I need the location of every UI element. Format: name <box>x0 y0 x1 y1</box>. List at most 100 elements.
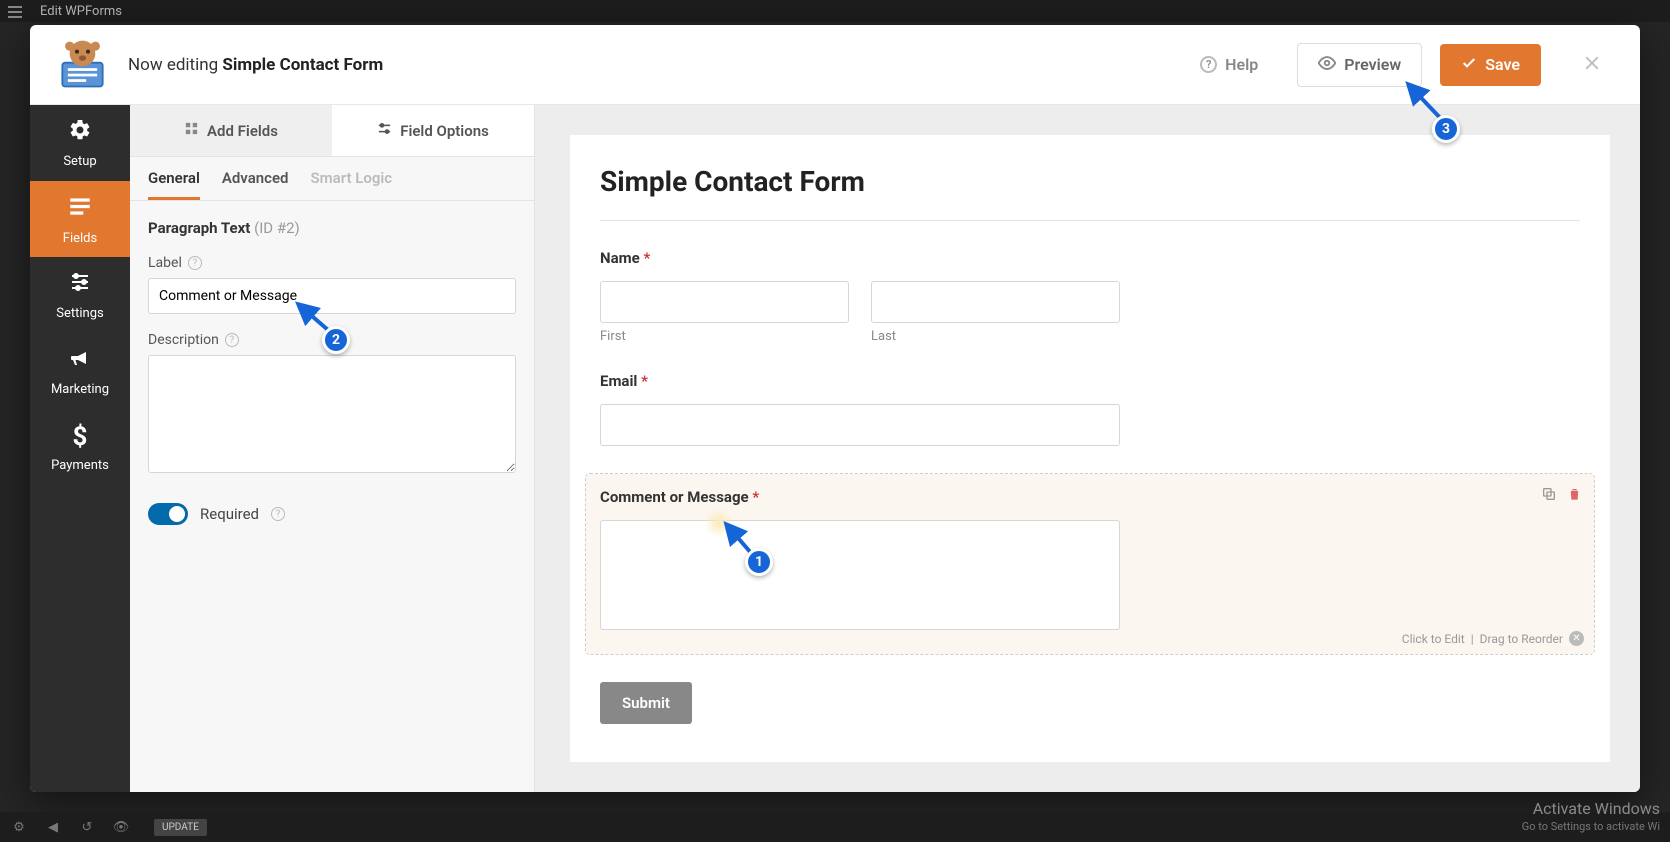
panel-content: Paragraph Text (ID #2) Label ? Descripti… <box>130 201 534 792</box>
wp-admin-topbar: Edit WPForms <box>0 0 1670 22</box>
hint-edit: Click to Edit <box>1402 632 1465 646</box>
wpforms-logo <box>55 37 110 92</box>
gear-icon <box>68 118 92 148</box>
sliders-small-icon <box>377 121 392 140</box>
options-sub-tabs: General Advanced Smart Logic <box>130 157 534 201</box>
form-preview-pane: Simple Contact Form Name * First Last <box>535 105 1640 792</box>
sub-tab-general[interactable]: General <box>148 169 200 200</box>
required-label: Required <box>200 505 259 523</box>
builder-body: Setup Fields Settings Marketing $ Paymen… <box>30 105 1640 792</box>
name-row: First Last <box>600 281 1120 344</box>
help-icon[interactable]: ? <box>188 256 202 270</box>
help-label: Help <box>1225 55 1258 74</box>
field-type-title: Paragraph Text (ID #2) <box>148 219 516 237</box>
form-title[interactable]: Simple Contact Form <box>600 165 1580 198</box>
last-sublabel: Last <box>871 329 1120 344</box>
wp-bottom-bar: ⚙ ◀ ↺ 👁 UPDATE <box>0 812 1670 842</box>
name-label-text: Name <box>600 249 640 267</box>
email-label: Email * <box>600 372 1580 390</box>
sub-tab-advanced[interactable]: Advanced <box>222 169 289 200</box>
now-editing-text: Now editing Simple Contact Form <box>128 55 1161 75</box>
delete-icon[interactable] <box>1567 486 1582 506</box>
eye-icon <box>1318 54 1336 76</box>
watermark-title: Activate Windows <box>1533 799 1660 818</box>
wpforms-builder-modal: Now editing Simple Contact Form ? Help P… <box>30 25 1640 792</box>
hint-drag: Drag to Reorder <box>1480 632 1563 646</box>
hamburger-icon[interactable] <box>8 2 28 22</box>
tab-field-options[interactable]: Field Options <box>332 105 534 156</box>
grid-icon <box>184 121 199 140</box>
comment-label: Comment or Message * <box>600 488 1580 506</box>
nav-fields[interactable]: Fields <box>30 181 130 257</box>
description-input[interactable] <box>148 355 516 473</box>
sliders-icon <box>68 270 92 300</box>
form-name[interactable]: Simple Contact Form <box>222 55 383 75</box>
nav-setup[interactable]: Setup <box>30 105 130 181</box>
help-button[interactable]: ? Help <box>1179 44 1279 85</box>
tab-field-options-label: Field Options <box>400 122 489 140</box>
description-text: Description <box>148 332 219 348</box>
sub-tab-smart-logic[interactable]: Smart Logic <box>310 169 392 200</box>
collapse-icon[interactable]: ◀ <box>42 820 64 835</box>
save-button[interactable]: Save <box>1440 44 1541 86</box>
field-name[interactable]: Name * First Last <box>600 249 1580 344</box>
nav-marketing-label: Marketing <box>51 382 109 397</box>
required-asterisk: * <box>643 249 650 267</box>
update-button[interactable]: UPDATE <box>154 819 207 836</box>
tab-add-fields-label: Add Fields <box>207 122 278 140</box>
field-hint: Click to Edit | Drag to Reorder ✕ <box>1402 631 1584 646</box>
duplicate-icon[interactable] <box>1541 486 1557 506</box>
form-canvas[interactable]: Simple Contact Form Name * First Last <box>570 135 1610 762</box>
label-text: Label <box>148 255 182 271</box>
history-icon[interactable]: ↺ <box>76 820 98 835</box>
save-label: Save <box>1485 55 1520 74</box>
field-email[interactable]: Email * <box>600 372 1580 446</box>
bullhorn-icon <box>68 346 92 376</box>
builder-header: Now editing Simple Contact Form ? Help P… <box>30 25 1640 105</box>
gear-small-icon[interactable]: ⚙ <box>8 820 30 835</box>
comment-label-text: Comment or Message <box>600 488 749 506</box>
nav-settings-label: Settings <box>56 306 103 321</box>
close-builder-button[interactable] <box>1569 47 1615 82</box>
first-sublabel: First <box>600 329 849 344</box>
submit-button[interactable]: Submit <box>600 682 692 724</box>
now-editing-prefix: Now editing <box>128 55 222 75</box>
required-toggle-row: Required ? <box>148 503 516 525</box>
wp-page-title: Edit WPForms <box>40 4 122 19</box>
name-label: Name * <box>600 249 1580 267</box>
list-icon <box>67 193 93 225</box>
field-actions <box>1541 486 1582 506</box>
annotation-1: 1 <box>745 548 773 576</box>
email-label-text: Email <box>600 372 637 390</box>
close-hint-icon[interactable]: ✕ <box>1569 631 1584 646</box>
divider <box>600 220 1580 221</box>
tab-add-fields[interactable]: Add Fields <box>130 105 332 156</box>
page-backdrop: Edit WPForms Now editing Simple Contact … <box>0 0 1670 842</box>
eye-small-icon[interactable]: 👁 <box>110 820 132 835</box>
help-icon[interactable]: ? <box>225 333 239 347</box>
hint-divider: | <box>1471 632 1474 646</box>
required-asterisk: * <box>641 372 648 390</box>
label-option-label: Label ? <box>148 255 516 271</box>
annotation-3: 3 <box>1432 115 1460 143</box>
last-name-input[interactable] <box>871 281 1120 323</box>
dollar-icon: $ <box>73 422 88 452</box>
comment-textarea[interactable] <box>600 520 1120 630</box>
required-asterisk: * <box>752 488 759 506</box>
email-input[interactable] <box>600 404 1120 446</box>
nav-payments-label: Payments <box>51 458 109 473</box>
nav-marketing[interactable]: Marketing <box>30 333 130 409</box>
annotation-2: 2 <box>322 326 350 354</box>
field-type-name: Paragraph Text <box>148 219 250 237</box>
field-options-panel: Add Fields Field Options General Advance… <box>130 105 535 792</box>
check-icon <box>1461 55 1477 75</box>
windows-watermark: Activate Windows Go to Settings to activ… <box>1522 799 1660 834</box>
field-id: (ID #2) <box>254 219 300 237</box>
nav-fields-label: Fields <box>63 231 97 246</box>
first-name-input[interactable] <box>600 281 849 323</box>
nav-payments[interactable]: $ Payments <box>30 409 130 485</box>
nav-settings[interactable]: Settings <box>30 257 130 333</box>
panel-tabs: Add Fields Field Options <box>130 105 534 157</box>
required-toggle[interactable] <box>148 503 188 525</box>
help-icon[interactable]: ? <box>271 507 285 521</box>
